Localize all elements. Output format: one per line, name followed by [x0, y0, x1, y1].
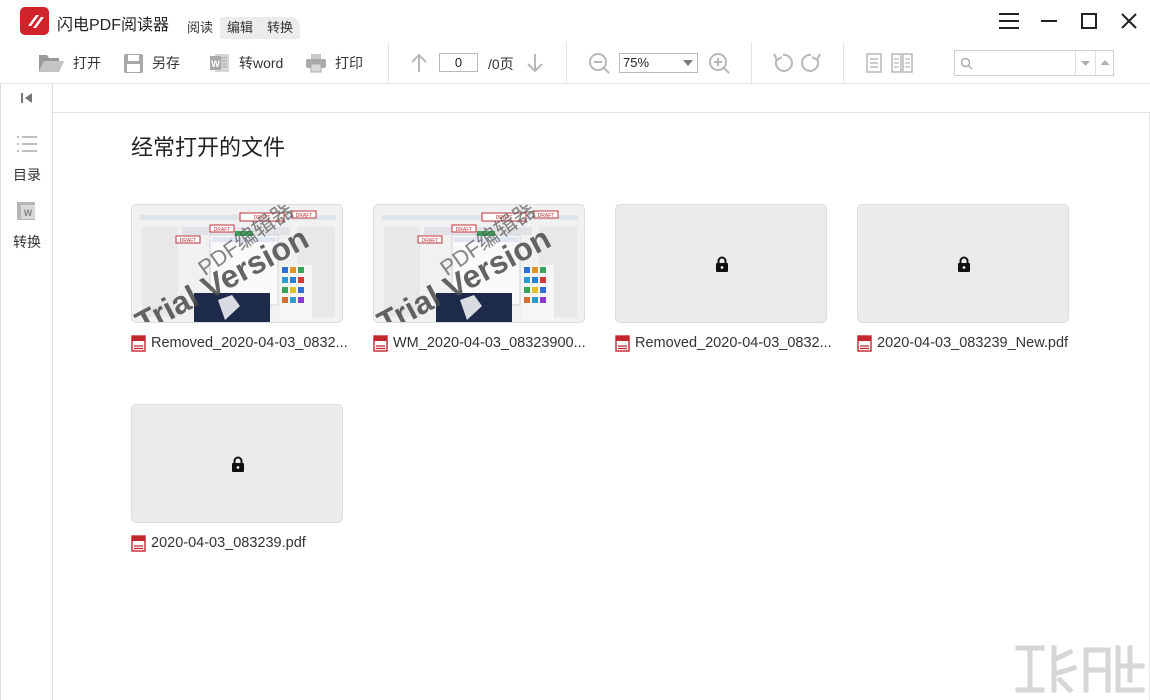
sidebar: 目录 W 转换 — [0, 84, 53, 700]
open-button[interactable]: 打开 — [37, 42, 101, 84]
file-thumbnail — [857, 204, 1069, 323]
file-name-row: Removed_2020-04-03_0832... — [131, 332, 347, 354]
svg-text:DRAFT: DRAFT — [538, 213, 555, 219]
toolbar-divider — [843, 42, 844, 84]
file-name: 2020-04-03_083239.pdf — [151, 535, 306, 551]
menu-icon[interactable] — [996, 8, 1022, 34]
file-thumbnail: DRAFT DRAFT DRAFT DRAFT PDF编辑器 Trial Ver… — [131, 204, 343, 323]
rotate-right-icon[interactable] — [799, 51, 823, 75]
minimize-icon[interactable] — [1036, 8, 1062, 34]
file-thumbnail — [615, 204, 827, 323]
zoom-in-icon[interactable] — [707, 51, 731, 75]
file-thumbnail: DRAFT DRAFT DRAFT DRAFT PDF编辑器 Trial Ver… — [373, 204, 585, 323]
toolbar-divider — [566, 42, 567, 84]
file-name: Removed_2020-04-03_0832... — [151, 335, 347, 351]
pdf-file-icon — [615, 334, 630, 352]
file-name: Removed_2020-04-03_0832... — [635, 335, 831, 351]
pdf-file-icon — [373, 334, 388, 352]
file-name: WM_2020-04-03_08323900... — [393, 335, 586, 351]
collapse-sidebar-icon[interactable] — [19, 91, 35, 105]
svg-text:DRAFT: DRAFT — [456, 227, 473, 233]
svg-text:DRAFT: DRAFT — [422, 238, 439, 244]
lock-icon — [958, 256, 970, 272]
search-prev-icon[interactable] — [1096, 51, 1114, 75]
site-watermark-logo — [1012, 640, 1147, 698]
sidebar-item-convert[interactable]: W 转换 — [1, 201, 53, 257]
sidebar-item-label: 目录 — [13, 167, 41, 183]
maximize-icon[interactable] — [1076, 8, 1102, 34]
file-thumbnail — [131, 404, 343, 523]
file-card[interactable]: Removed_2020-04-03_0832... — [615, 204, 831, 360]
toolbar-divider — [751, 42, 752, 84]
svg-text:W: W — [211, 59, 220, 69]
lock-icon — [232, 456, 244, 472]
file-card[interactable]: 2020-04-03_083239_New.pdf — [857, 204, 1071, 360]
app-logo-icon — [20, 7, 49, 35]
prev-page-icon[interactable] — [407, 51, 431, 75]
search-input[interactable] — [975, 53, 1083, 73]
file-name-row: 2020-04-03_083239.pdf — [131, 532, 347, 554]
page-number-input[interactable] — [439, 53, 478, 72]
sidebar-item-outline[interactable]: 目录 — [1, 134, 53, 190]
tab-convert[interactable]: 转换 — [260, 17, 301, 39]
zoom-select[interactable]: 75% — [619, 53, 698, 73]
file-card[interactable]: 2020-04-03_083239.pdf — [131, 404, 345, 560]
folder-open-icon — [39, 55, 64, 72]
search-icon — [960, 57, 973, 70]
tab-edit[interactable]: 编辑 — [220, 17, 261, 39]
toolbar-divider — [388, 42, 389, 84]
save-icon — [124, 53, 143, 73]
pdf-file-icon — [131, 534, 146, 552]
word-icon: W — [210, 54, 229, 72]
svg-text:DRAFT: DRAFT — [180, 238, 197, 244]
close-icon[interactable] — [1116, 8, 1142, 34]
tab-read[interactable]: 阅读 — [180, 17, 220, 39]
chevron-down-icon — [683, 60, 693, 66]
zoom-value: 75% — [623, 55, 650, 70]
file-name-row: Removed_2020-04-03_0832... — [615, 332, 831, 354]
sidebar-item-label: 转换 — [13, 234, 41, 250]
page-total: /0页 — [488, 56, 514, 72]
svg-text:DRAFT: DRAFT — [214, 227, 231, 233]
svg-text:DRAFT: DRAFT — [296, 213, 313, 219]
file-name-row: 2020-04-03_083239_New.pdf — [857, 332, 1073, 354]
to-word-button[interactable]: W 转word — [209, 42, 283, 84]
open-label: 打开 — [73, 55, 101, 71]
rotate-left-icon[interactable] — [771, 51, 795, 75]
single-page-icon[interactable] — [862, 51, 886, 75]
document-preview-image: DRAFT DRAFT DRAFT DRAFT PDF编辑器 Trial Ver… — [374, 205, 584, 322]
save-as-label: 另存 — [152, 55, 180, 71]
printer-icon — [306, 54, 326, 73]
save-as-button[interactable]: 另存 — [123, 42, 180, 84]
double-page-icon[interactable] — [890, 51, 914, 75]
section-title: 经常打开的文件 — [131, 135, 286, 160]
lock-icon — [716, 256, 728, 272]
menu-tabs: 阅读 编辑 转换 — [180, 17, 301, 39]
document-preview-image: DRAFT DRAFT DRAFT DRAFT PDF编辑器 Trial Ver… — [132, 205, 342, 322]
outline-icon — [17, 136, 37, 152]
convert-icon: W — [17, 202, 35, 220]
file-card[interactable]: DRAFT DRAFT DRAFT DRAFT PDF编辑器 Trial Ver… — [373, 204, 587, 360]
file-name: 2020-04-03_083239_New.pdf — [877, 335, 1069, 351]
search-box — [954, 50, 1114, 76]
svg-text:W: W — [24, 208, 33, 218]
file-card[interactable]: DRAFT DRAFT DRAFT DRAFT PDF编辑器 Trial Ver… — [131, 204, 347, 360]
pdf-file-icon — [857, 334, 872, 352]
to-word-label: 转word — [239, 55, 284, 71]
app-title: 闪电PDF阅读器 — [57, 17, 170, 34]
search-dropdown-icon[interactable] — [1076, 51, 1095, 75]
title-bar: 闪电PDF阅读器 阅读 编辑 转换 — [0, 0, 1150, 42]
print-label: 打印 — [335, 55, 363, 71]
print-button[interactable]: 打印 — [305, 42, 363, 84]
toolbar: 打开 另存 W 转word 打印 /0页 — [0, 42, 1150, 84]
zoom-out-icon[interactable] — [587, 51, 611, 75]
next-page-icon[interactable] — [523, 51, 547, 75]
pdf-file-icon — [131, 334, 146, 352]
panel-header-row — [0, 84, 1150, 113]
file-name-row: WM_2020-04-03_08323900... — [373, 332, 589, 354]
